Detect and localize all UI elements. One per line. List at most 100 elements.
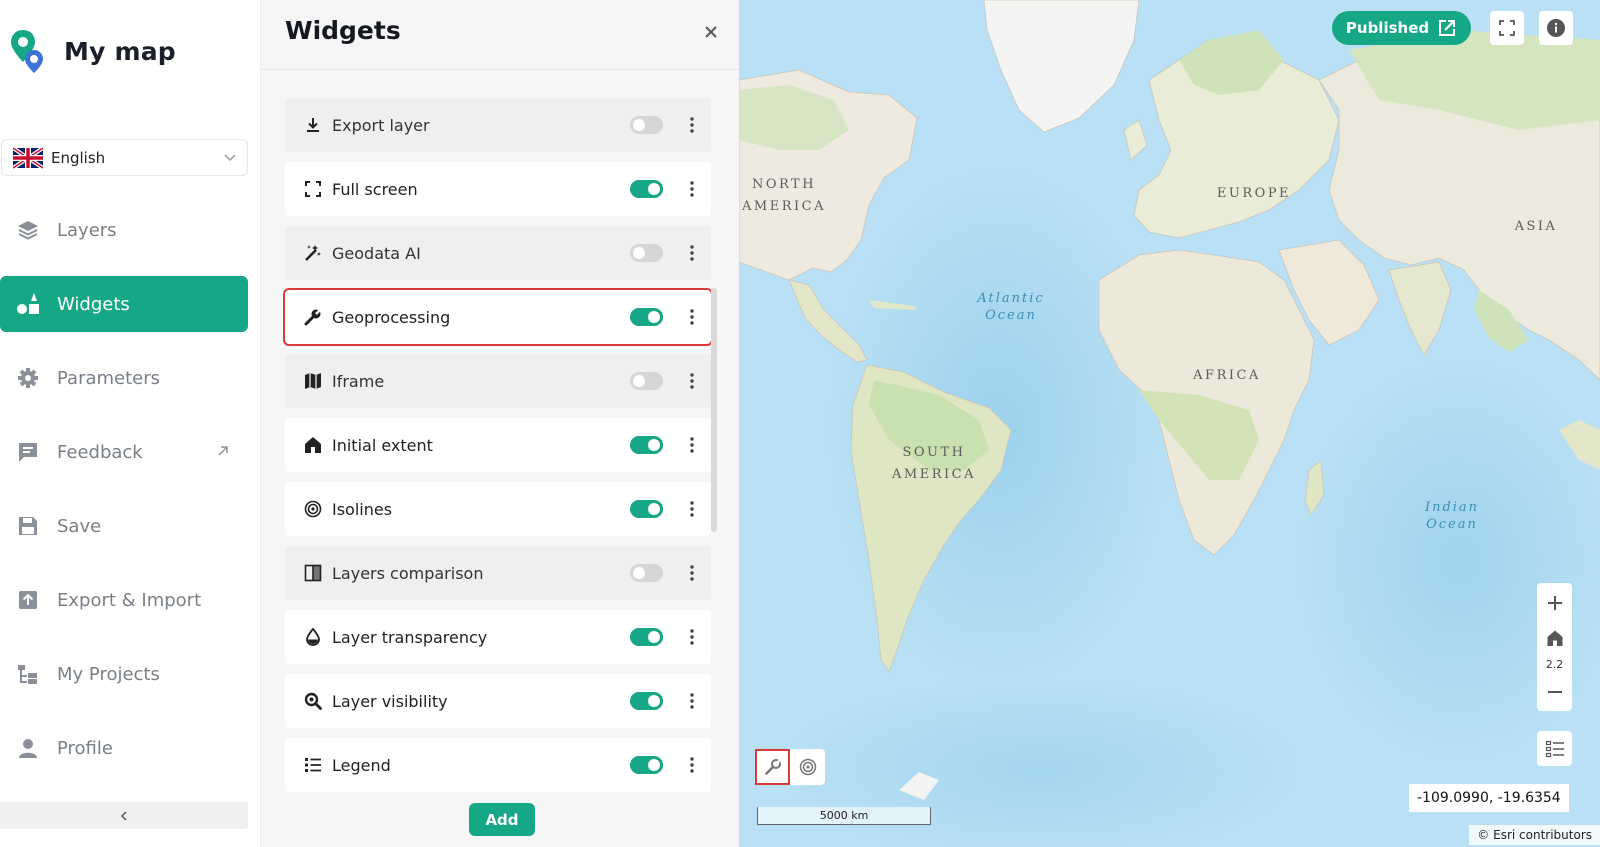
panel-header: Widgets	[261, 0, 739, 70]
published-button[interactable]: Published	[1332, 11, 1471, 45]
more-options-icon[interactable]	[682, 243, 702, 263]
minus-icon	[1547, 691, 1562, 693]
profile-icon	[16, 736, 40, 760]
widget-row-geodata-ai[interactable]: Geodata AI	[285, 226, 711, 280]
toggle-knob	[648, 631, 660, 643]
download-icon	[303, 115, 323, 135]
close-icon[interactable]	[703, 24, 719, 40]
widget-toggle[interactable]	[630, 180, 663, 198]
geoprocessing-tool-button[interactable]	[755, 749, 790, 785]
home-extent-button[interactable]	[1537, 623, 1572, 653]
widget-label: Export layer	[332, 115, 430, 135]
widget-toggle[interactable]	[630, 116, 663, 134]
widget-label: Layer transparency	[332, 627, 488, 647]
toggle-knob	[633, 247, 645, 259]
info-icon	[1547, 19, 1565, 37]
more-options-icon[interactable]	[682, 371, 702, 391]
label-north-america: NORTH AMERICA	[739, 174, 839, 218]
widget-toggle[interactable]	[630, 756, 663, 774]
widget-label: Geodata AI	[332, 243, 421, 263]
label-line: ASIA	[1514, 219, 1558, 234]
map-attribution: © Esri contributors	[1469, 825, 1600, 845]
widget-label: Legend	[332, 755, 391, 775]
sidebar-item-profile[interactable]: Profile	[0, 720, 248, 776]
widget-row-iframe[interactable]: Iframe	[285, 354, 711, 408]
widget-toggle[interactable]	[630, 692, 663, 710]
widget-toggle[interactable]	[630, 500, 663, 518]
label-line: Indian	[1424, 500, 1480, 515]
widget-toggle[interactable]	[630, 564, 663, 582]
layers-icon	[16, 218, 40, 242]
widget-toggle[interactable]	[630, 308, 663, 326]
widget-row-full-screen[interactable]: Full screen	[285, 162, 711, 216]
widget-row-layer-transparency[interactable]: Layer transparency	[285, 610, 711, 664]
info-button[interactable]	[1539, 11, 1573, 45]
sidebar-item-save[interactable]: Save	[0, 498, 248, 554]
scale-label: 5000 km	[819, 809, 869, 822]
chevron-left-icon	[120, 810, 127, 821]
label-asia: ASIA	[1501, 216, 1571, 238]
target-icon	[303, 499, 323, 519]
more-options-icon[interactable]	[682, 435, 702, 455]
widget-toggle[interactable]	[630, 372, 663, 390]
widget-row-layer-visibility[interactable]: Layer visibility	[285, 674, 711, 728]
more-options-icon[interactable]	[682, 755, 702, 775]
widget-toggle[interactable]	[630, 436, 663, 454]
language-select[interactable]: English	[1, 139, 248, 176]
label-line: Atlantic	[977, 291, 1045, 306]
map-view[interactable]: NORTH AMERICA EUROPE ASIA AFRICA SOUTH A…	[739, 0, 1600, 847]
sidebar-item-layers[interactable]: Layers	[0, 202, 248, 258]
label-line: EUROPE	[1216, 186, 1292, 201]
wrench-icon	[764, 759, 781, 775]
magic-wand-icon	[303, 243, 323, 263]
more-options-icon[interactable]	[682, 563, 702, 583]
feedback-icon	[16, 440, 40, 464]
collapse-sidebar-button[interactable]	[0, 802, 248, 829]
sidebar-item-export-import[interactable]: Export & Import	[0, 572, 248, 628]
widget-row-legend[interactable]: Legend	[285, 738, 711, 792]
attribution-text: © Esri contributors	[1477, 828, 1592, 842]
widget-toggle[interactable]	[630, 244, 663, 262]
compare-icon	[303, 563, 323, 583]
widget-toggle[interactable]	[630, 628, 663, 646]
sidebar-item-my-projects[interactable]: My Projects	[0, 646, 248, 702]
more-options-icon[interactable]	[682, 627, 702, 647]
sidebar-item-label: Save	[57, 515, 102, 537]
sidebar-item-feedback[interactable]: Feedback	[0, 424, 248, 480]
add-widget-button[interactable]: Add	[469, 803, 535, 836]
label-line: Ocean	[1426, 517, 1478, 532]
widget-list: Export layer Full screen Geodata AI Geop…	[283, 98, 713, 802]
widget-row-geoprocessing[interactable]: Geoprocessing	[283, 288, 713, 346]
gear-icon	[16, 366, 40, 390]
sidebar-item-parameters[interactable]: Parameters	[0, 350, 248, 406]
widget-label: Isolines	[332, 499, 393, 519]
zoom-out-button[interactable]	[1537, 677, 1572, 707]
uk-flag-icon	[13, 146, 43, 169]
label-line: SOUTH	[902, 445, 966, 460]
widget-row-layers-comparison[interactable]: Layers comparison	[285, 546, 711, 600]
projects-icon	[16, 662, 40, 686]
sidebar-item-label: Export & Import	[57, 589, 202, 611]
isolines-tool-button[interactable]	[790, 749, 825, 785]
save-icon	[16, 514, 40, 538]
more-options-icon[interactable]	[682, 307, 702, 327]
legend-button[interactable]	[1537, 731, 1572, 766]
toggle-knob	[648, 311, 660, 323]
label-africa: AFRICA	[1177, 365, 1277, 387]
external-link-icon	[218, 446, 228, 456]
widget-row-export-layer[interactable]: Export layer	[285, 98, 711, 152]
more-options-icon[interactable]	[682, 179, 702, 199]
zoom-in-button[interactable]	[1537, 587, 1572, 619]
widgets-panel: Widgets Export layer Full screen Geodata…	[261, 0, 739, 847]
panel-scrollbar[interactable]	[711, 288, 717, 532]
app-title: My map	[64, 36, 176, 66]
widget-row-isolines[interactable]: Isolines	[285, 482, 711, 536]
more-options-icon[interactable]	[682, 499, 702, 519]
fullscreen-button[interactable]	[1490, 11, 1524, 45]
sidebar-item-label: Profile	[57, 737, 113, 759]
widget-row-initial-extent[interactable]: Initial extent	[285, 418, 711, 472]
more-options-icon[interactable]	[682, 115, 702, 135]
sidebar-item-widgets[interactable]: Widgets	[0, 276, 248, 332]
map-icon	[303, 371, 323, 391]
more-options-icon[interactable]	[682, 691, 702, 711]
